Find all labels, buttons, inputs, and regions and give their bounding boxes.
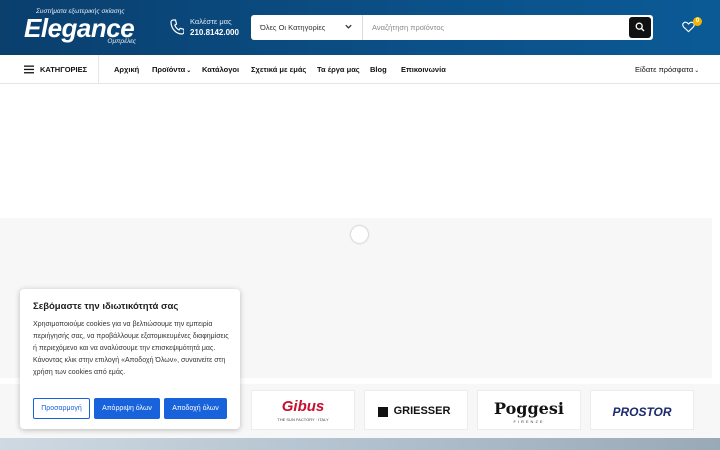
cookie-consent-dialog: Σεβόμαστε την ιδιωτικότητά σας Χρησιμοπο… [20, 289, 240, 429]
nav-item-blog[interactable]: Blog [370, 65, 387, 74]
wishlist-button[interactable]: 0 [682, 17, 702, 36]
brand-name: Gibus [281, 398, 325, 415]
page: Συστήματα εξωτερικής σκίασης Elegance Ομ… [0, 0, 720, 450]
brand-name: Poggesi [494, 399, 564, 418]
nav-item-products[interactable]: Προϊόντα⌄ [152, 65, 191, 74]
nav-item-label: Κατάλογοι [202, 65, 240, 74]
recently-viewed-label: Είδατε πρόσφατα [635, 65, 694, 74]
brand-name: GRIESSER [393, 405, 451, 417]
brand-logo-gibus[interactable]: Gibus THE SUN FACTORY · ITALY [251, 390, 355, 430]
main-nav: ΚΑΤΗΓΟΡΙΕΣ Αρχική Προϊόντα⌄ Κατάλογοι Σχ… [0, 55, 720, 84]
categories-menu-button[interactable]: ΚΑΤΗΓΟΡΙΕΣ [24, 55, 99, 84]
loading-spinner-icon [351, 226, 368, 243]
categories-label: ΚΑΤΗΓΟΡΙΕΣ [40, 65, 88, 74]
recently-viewed-dropdown[interactable]: Είδατε πρόσφατα⌄ [635, 65, 699, 74]
nav-item-label: Προϊόντα [152, 65, 186, 74]
nav-item-label: Σχετικά με εμάς [251, 65, 307, 74]
nav-item-contact[interactable]: Επικοινωνία [401, 65, 446, 74]
nav-item-about[interactable]: Σχετικά με εμάς [251, 65, 306, 74]
nav-item-label: Επικοινωνία [401, 65, 446, 74]
project-image-strip [0, 438, 720, 450]
site-logo[interactable]: Συστήματα εξωτερικής σκίασης Elegance Ομ… [24, 8, 142, 48]
nav-item-home[interactable]: Αρχική [114, 65, 139, 74]
search-bar: Όλες Οι Κατηγορίες [251, 15, 653, 40]
search-input[interactable] [363, 15, 629, 40]
category-select-value: Όλες Οι Κατηγορίες [260, 23, 326, 32]
wishlist-count-badge: 0 [693, 17, 702, 26]
nav-item-label: Blog [370, 65, 387, 74]
logo-subtitle: Ομπρέλες [107, 38, 136, 45]
brand-name: PROSTOR [612, 405, 672, 419]
chevron-down-icon: ⌄ [186, 68, 192, 74]
customize-button[interactable]: Προσαρμογή [33, 398, 90, 419]
phone-icon [170, 19, 184, 35]
header-bar: Συστήματα εξωτερικής σκίασης Elegance Ομ… [0, 0, 720, 55]
phone-number: 210.8142.000 [190, 28, 239, 37]
search-button[interactable] [629, 17, 651, 38]
cookie-title: Σεβόμαστε την ιδιωτικότητά σας [33, 301, 179, 312]
chevron-down-icon: ⌄ [694, 68, 700, 74]
accept-all-button[interactable]: Αποδοχή όλων [164, 398, 227, 419]
brand-logo-prostor[interactable]: PROSTOR [590, 390, 694, 430]
cookie-text: Χρησιμοποιούμε cookies για να βελτιώσουμ… [33, 321, 229, 376]
nav-item-label: Αρχική [114, 65, 140, 74]
chevron-down-icon [345, 24, 352, 29]
brand-logo-poggesi[interactable]: Poggesi FIRENZE [477, 390, 581, 430]
nav-item-label: Τα έργα μας [317, 65, 360, 74]
search-icon [635, 22, 645, 32]
phone-contact[interactable]: Καλέστε μας 210.8142.000 [168, 14, 248, 42]
category-select[interactable]: Όλες Οι Κατηγορίες [251, 15, 363, 40]
brand-tagline: FIRENZE [513, 419, 545, 424]
phone-label: Καλέστε μας [190, 17, 232, 26]
brand-tagline: THE SUN FACTORY · ITALY [277, 417, 329, 422]
nav-item-projects[interactable]: Τα έργα μας [317, 65, 360, 74]
nav-item-catalogs[interactable]: Κατάλογοι [202, 65, 239, 74]
hamburger-icon [24, 65, 34, 74]
reject-all-button[interactable]: Απόρριψη όλων [94, 398, 160, 419]
brand-logo-griesser[interactable]: GRIESSER [364, 390, 468, 430]
